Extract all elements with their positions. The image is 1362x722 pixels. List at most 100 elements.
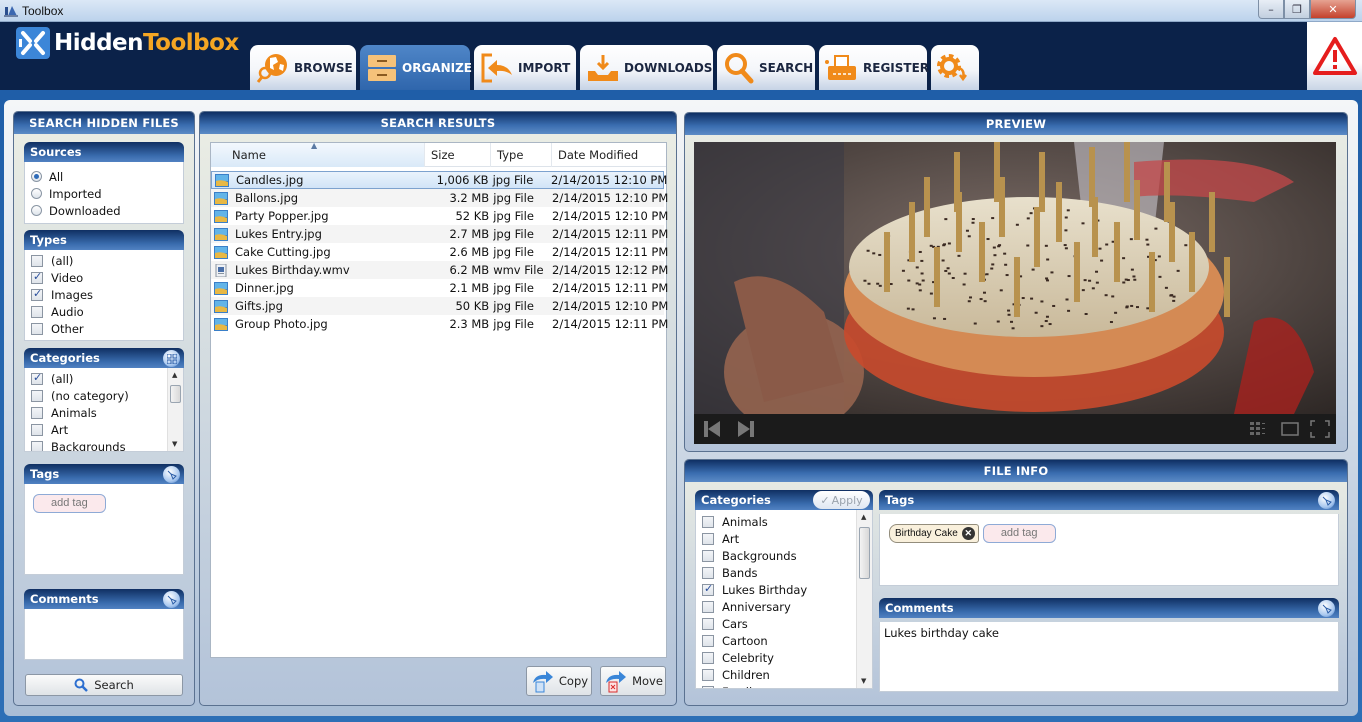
copy-button[interactable]: Copy (526, 666, 592, 696)
file-category-checkbox[interactable] (702, 582, 714, 596)
clear-file-tags-button[interactable] (1318, 492, 1335, 509)
source-option-downloaded[interactable]: Downloaded (25, 202, 183, 219)
remove-tag-icon[interactable]: ✕ (961, 527, 975, 540)
file-category-checkbox[interactable] (702, 617, 714, 630)
apply-button[interactable]: ✓ Apply (813, 491, 870, 509)
fullscreen-icon[interactable] (1310, 420, 1330, 438)
radio-downloaded[interactable] (31, 205, 42, 216)
tab-search[interactable]: SEARCH (717, 45, 815, 90)
move-button[interactable]: Move (600, 666, 666, 696)
file-category-item[interactable]: Lukes Birthday (696, 581, 872, 598)
file-category-checkbox[interactable] (702, 685, 714, 688)
window-title: Toolbox (22, 4, 64, 18)
file-add-tag-input[interactable]: add tag (982, 524, 1056, 543)
type-filter-item[interactable]: Other (25, 320, 183, 337)
select-all-button[interactable] (163, 350, 180, 367)
file-category-checkbox[interactable] (702, 651, 714, 664)
file-category-label: Art (722, 531, 740, 546)
type-filter-item[interactable]: Video (25, 269, 183, 286)
window-mode-icon[interactable] (1281, 422, 1299, 436)
tab-settings[interactable] (931, 45, 979, 90)
file-category-item[interactable]: Family (696, 683, 872, 688)
category-filter-checkbox[interactable] (31, 423, 43, 436)
category-filter-item[interactable]: (no category) (25, 387, 183, 404)
category-filter-item[interactable]: Art (25, 421, 183, 438)
type-filter-checkbox[interactable] (31, 254, 43, 267)
category-filter-item[interactable]: Backgrounds (25, 438, 183, 451)
tab-organize[interactable]: ORGANIZE (360, 45, 472, 90)
comments-input[interactable] (24, 609, 184, 660)
sprinkle (1122, 257, 1126, 260)
file-category-item[interactable]: Cars (696, 615, 872, 632)
tab-downloads[interactable]: DOWNLOADS (580, 45, 713, 90)
file-categories-scrollbar[interactable]: ▲ ▼ (856, 510, 872, 688)
clear-file-comments-button[interactable] (1318, 600, 1335, 617)
column-size[interactable]: Size (425, 143, 491, 167)
sprinkle (943, 317, 947, 320)
radio-all[interactable] (31, 171, 42, 182)
category-filter-checkbox[interactable] (31, 440, 43, 451)
file-info-panel: FILE INFO Categories ✓ Apply Animals Art Ba… (684, 459, 1348, 706)
file-category-checkbox[interactable] (702, 634, 714, 647)
minimize-button[interactable]: – (1258, 0, 1284, 19)
file-row[interactable]: Ballons.jpg 3.2 MB jpg File 2/14/2015 12:10… (211, 189, 668, 207)
file-category-checkbox[interactable] (702, 668, 714, 681)
file-category-checkbox[interactable] (702, 600, 714, 613)
file-category-item[interactable]: Cartoon (696, 632, 872, 649)
tab-import[interactable]: IMPORT (474, 45, 576, 90)
type-filter-item[interactable]: Audio (25, 303, 183, 320)
file-category-item[interactable]: Art (696, 530, 872, 547)
sprinkle (973, 322, 977, 325)
file-row[interactable]: Party Popper.jpg 52 KB jpg File 2/14/2015 1… (211, 207, 668, 225)
type-filter-checkbox[interactable] (31, 270, 43, 284)
alert-button[interactable] (1307, 22, 1362, 90)
category-filter-checkbox[interactable] (31, 371, 43, 385)
restore-button[interactable]: ❐ (1284, 0, 1310, 19)
candle (1114, 222, 1120, 282)
search-button[interactable]: Search (25, 674, 183, 696)
file-category-item[interactable]: Anniversary (696, 598, 872, 615)
file-row[interactable]: Cake Cutting.jpg 2.6 MB jpg File 2/14/2015 … (211, 243, 668, 261)
column-type[interactable]: Type (491, 143, 552, 167)
file-category-item[interactable]: Bands (696, 564, 872, 581)
file-category-item[interactable]: Backgrounds (696, 547, 872, 564)
type-filter-item[interactable]: Images (25, 286, 183, 303)
radio-imported[interactable] (31, 188, 42, 199)
clear-tags-button[interactable] (163, 466, 180, 483)
close-button[interactable]: ✕ (1310, 0, 1356, 19)
file-category-checkbox[interactable] (702, 532, 714, 545)
file-category-checkbox[interactable] (702, 566, 714, 579)
file-row[interactable]: Group Photo.jpg 2.3 MB jpg File 2/14/2015 1… (211, 315, 668, 333)
category-filter-item[interactable]: Animals (25, 404, 183, 421)
category-filter-item[interactable]: (all) (25, 370, 183, 387)
tab-browse[interactable]: BROWSE (250, 45, 356, 90)
previous-icon[interactable] (704, 421, 720, 437)
type-filter-checkbox[interactable] (31, 305, 43, 318)
type-filter-checkbox[interactable] (31, 287, 43, 301)
file-row[interactable]: Dinner.jpg 2.1 MB jpg File 2/14/2015 12:11 … (211, 279, 668, 297)
file-row[interactable]: Candles.jpg 1,006 KB jpg File 2/14/2015 12:… (211, 171, 667, 189)
file-category-checkbox[interactable] (702, 549, 714, 562)
file-category-item[interactable]: Children (696, 666, 872, 683)
tab-register[interactable]: REGISTER (819, 45, 929, 90)
next-icon[interactable] (738, 421, 754, 437)
categories-scrollbar[interactable]: ▲ ▼ (167, 368, 183, 451)
source-option-all[interactable]: All (25, 168, 183, 185)
file-row[interactable]: Lukes Birthday.wmv 6.2 MB wmv File 2/14/201… (211, 261, 668, 279)
add-tag-input[interactable]: add tag (33, 494, 106, 513)
type-filter-item[interactable]: (all) (25, 252, 183, 269)
category-filter-checkbox[interactable] (31, 406, 43, 419)
type-filter-checkbox[interactable] (31, 322, 43, 335)
file-category-item[interactable]: Celebrity (696, 649, 872, 666)
clear-comments-button[interactable] (163, 591, 180, 608)
source-option-imported[interactable]: Imported (25, 185, 183, 202)
category-filter-checkbox[interactable] (31, 389, 43, 402)
file-row[interactable]: Gifts.jpg 50 KB jpg File 2/14/2015 12:10 PM (211, 297, 668, 315)
column-name[interactable]: ▲ Name (211, 141, 425, 167)
file-comments-input[interactable]: Lukes birthday cake (879, 622, 1339, 692)
file-category-item[interactable]: Animals (696, 513, 872, 530)
file-row[interactable]: Lukes Entry.jpg 2.7 MB jpg File 2/14/2015 1… (211, 225, 668, 243)
column-date-modified[interactable]: Date Modified (552, 143, 664, 167)
thumbnail-grid-icon[interactable] (1250, 422, 1266, 436)
file-category-checkbox[interactable] (702, 515, 714, 528)
